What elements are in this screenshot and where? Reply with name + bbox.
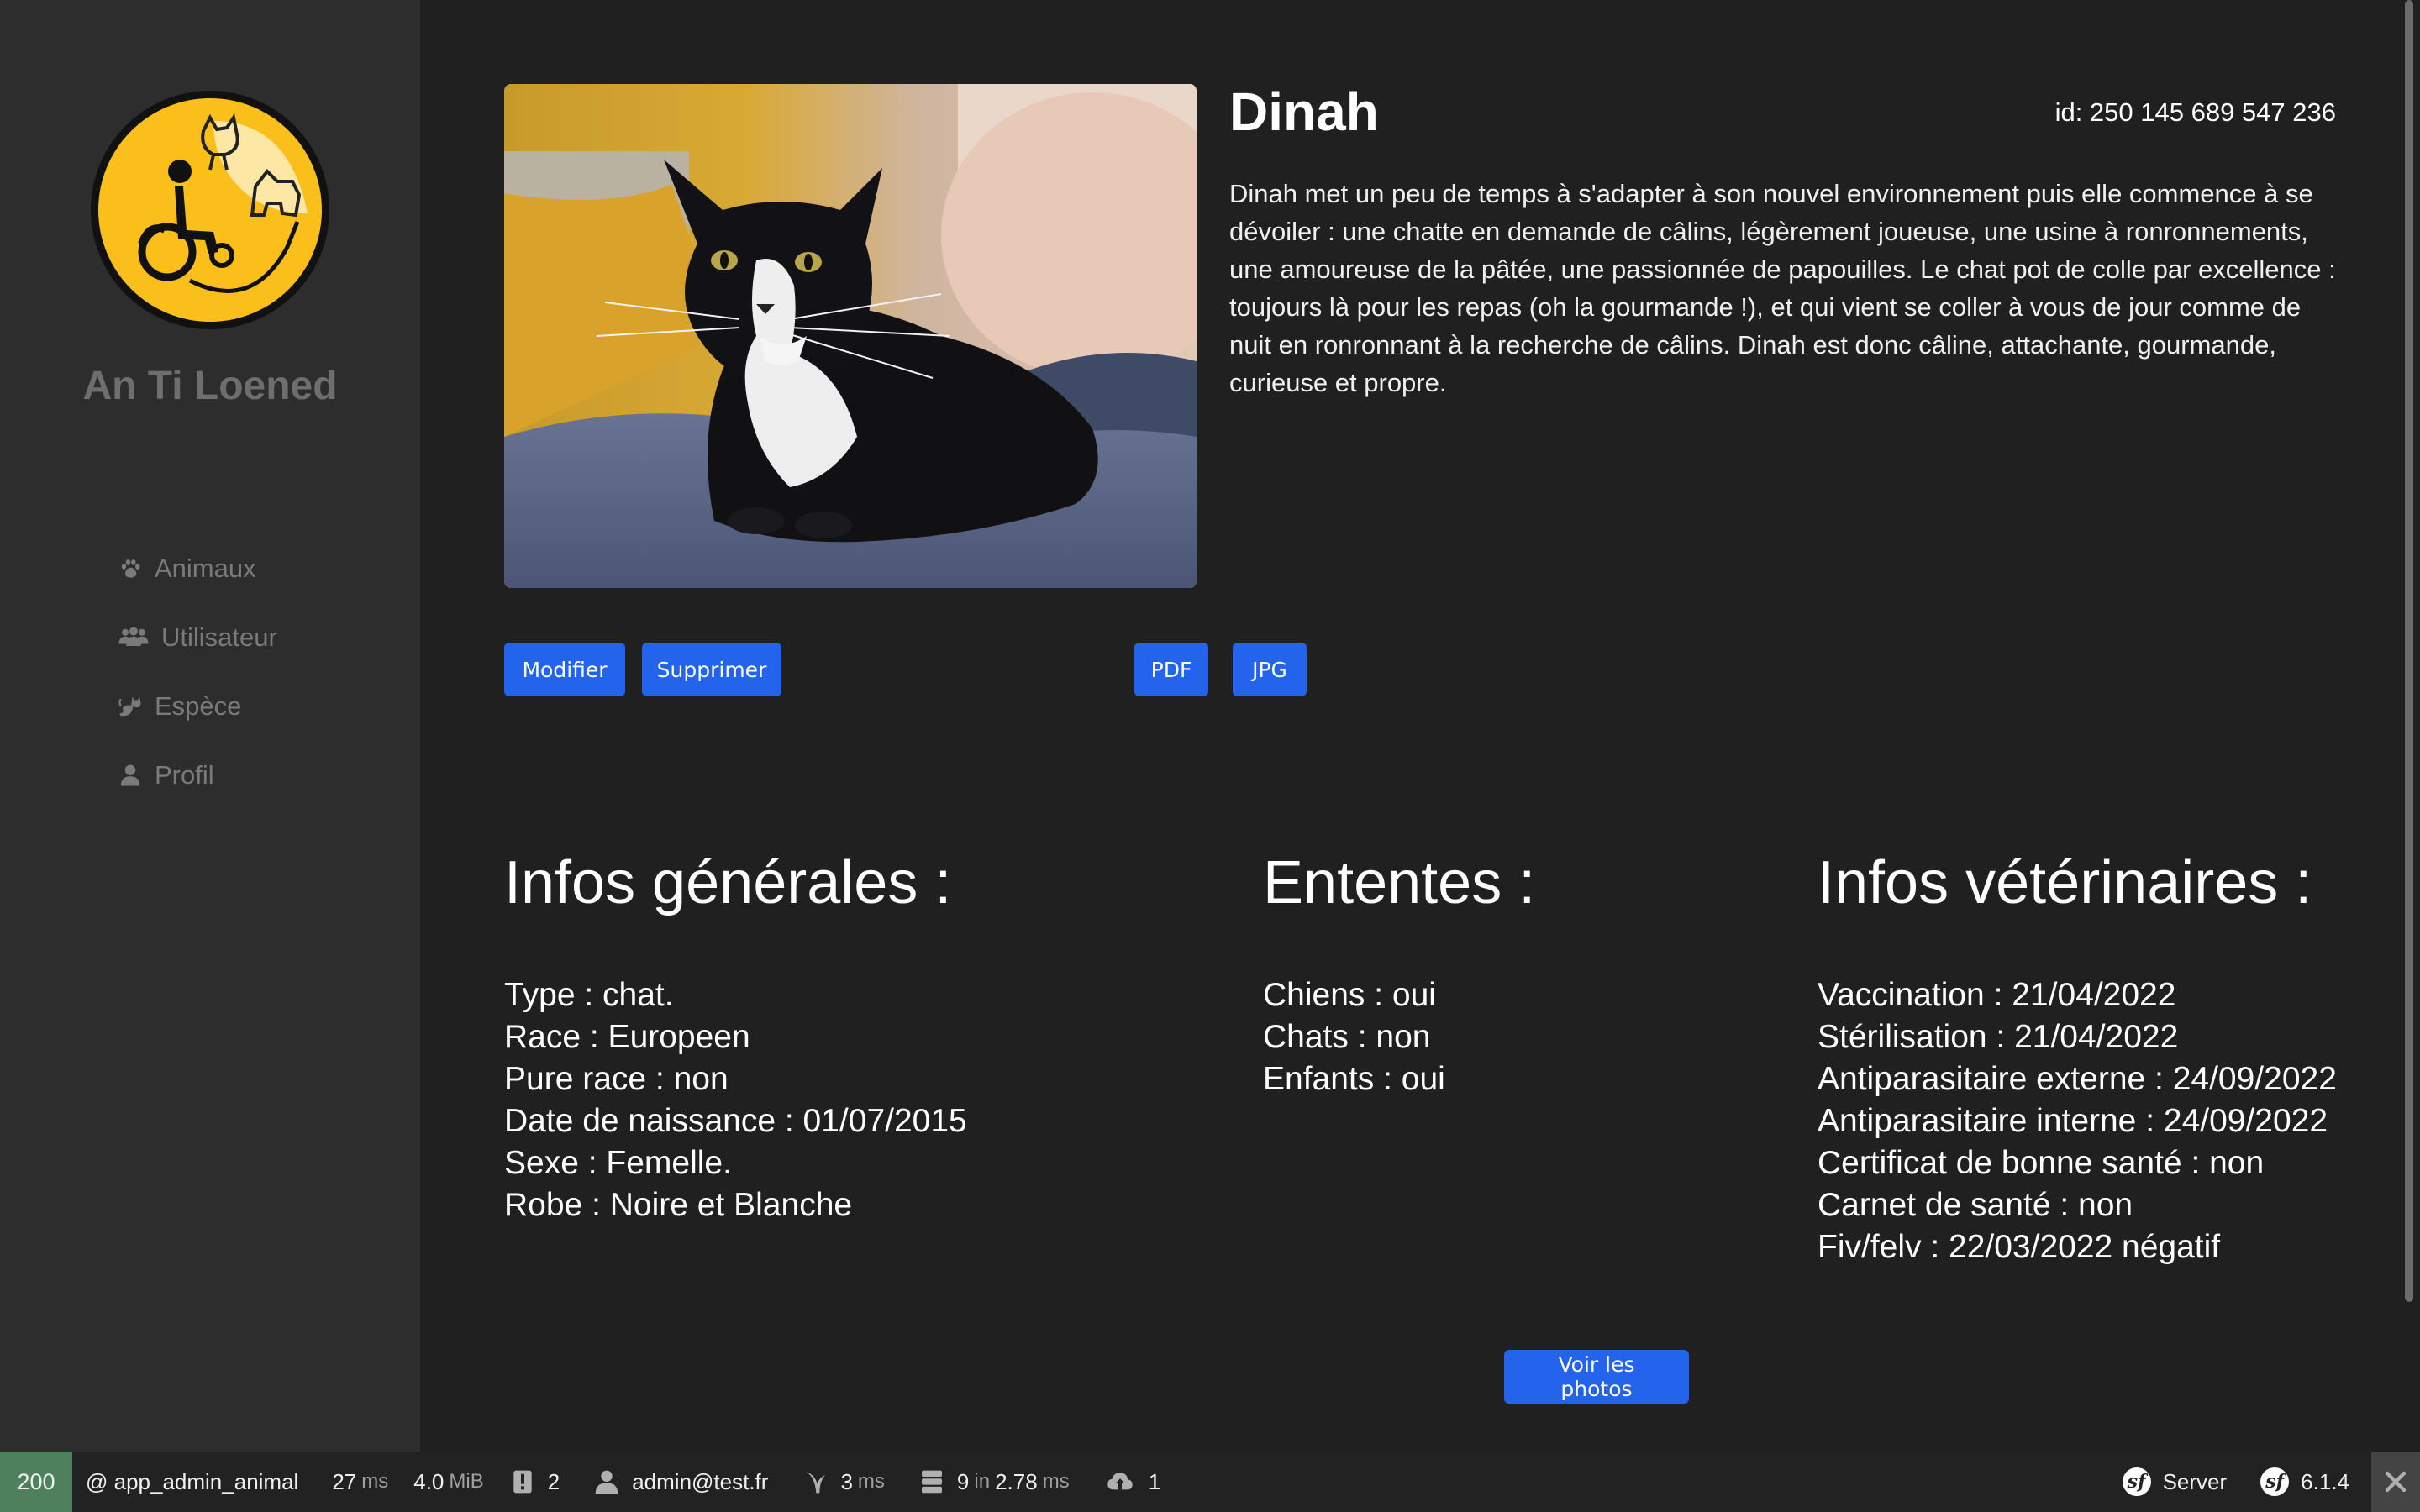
logs-item[interactable]: 2 <box>509 1452 560 1512</box>
time-value: 27 <box>332 1468 357 1494</box>
sidebar-item-animaux[interactable]: Animaux <box>116 534 277 603</box>
sidebar-item-utilisateur[interactable]: Utilisateur <box>116 603 277 672</box>
delete-button[interactable]: Supprimer <box>642 643 781 696</box>
animal-id: id: 250 145 689 547 236 <box>2054 97 2336 127</box>
server-item[interactable]: sf Server <box>2122 1452 2228 1512</box>
time-item[interactable]: 27 ms <box>332 1452 388 1512</box>
server-label: Server <box>2162 1468 2228 1494</box>
sidebar-item-label: Espèce <box>155 691 242 721</box>
database-item[interactable]: 9 in 2.78 ms <box>918 1452 1070 1512</box>
vet-vaccination: Vaccination : 21/04/2022 <box>1818 977 2176 1013</box>
sidebar-item-label: Profil <box>155 760 214 790</box>
twig-value: 3 <box>840 1468 853 1494</box>
cache-item[interactable]: 1 <box>1103 1452 1160 1512</box>
sidebar-item-espece[interactable]: Espèce <box>116 672 277 741</box>
toolbar-right: sf Server sf 6.1.4 <box>2107 1452 2420 1512</box>
user-icon <box>116 761 145 790</box>
info-race: Race : Europeen <box>504 1019 750 1055</box>
ententes-list: Chiens : oui Chats : non Enfants : oui <box>1263 974 1445 1100</box>
db-queries: 9 <box>956 1468 970 1494</box>
jpg-button[interactable]: JPG <box>1233 643 1307 696</box>
vet-external-antiparasite: Antiparasitaire externe : 24/09/2022 <box>1818 1061 2337 1097</box>
symfony-version-item[interactable]: sf 6.1.4 <box>2260 1452 2349 1512</box>
time-unit: ms <box>361 1470 389 1493</box>
db-unit: ms <box>1042 1470 1070 1493</box>
memory-unit: MiB <box>449 1470 484 1493</box>
sidebar-item-profil[interactable]: Profil <box>116 741 277 810</box>
cache-count: 1 <box>1148 1468 1161 1494</box>
entente-children: Enfants : oui <box>1263 1061 1445 1097</box>
animal-description: Dinah met un peu de temps à s'adapter à … <box>1229 179 2336 397</box>
vertical-scrollbar[interactable] <box>2405 0 2413 1302</box>
twig-icon <box>806 1472 826 1494</box>
twig-unit: ms <box>857 1470 885 1493</box>
logo-image <box>91 91 329 329</box>
db-in-label: in <box>974 1470 991 1493</box>
general-info-list: Type : chat. Race : Europeen Pure race :… <box>504 974 967 1226</box>
symfony-version: 6.1.4 <box>2301 1468 2349 1494</box>
memory-item[interactable]: 4.0 MiB <box>413 1452 484 1512</box>
symfony-logo-icon: sf <box>2260 1467 2290 1496</box>
vet-sterilisation: Stérilisation : 21/04/2022 <box>1818 1019 2179 1055</box>
sidebar-nav: Animaux Utilisateur Espèce Profil <box>116 534 277 810</box>
memory-value: 4.0 <box>413 1468 445 1494</box>
close-toolbar-button[interactable] <box>2371 1452 2420 1512</box>
twig-item[interactable]: 3 ms <box>802 1452 885 1512</box>
view-photos-button[interactable]: Voir les photos <box>1504 1350 1689 1404</box>
edit-button[interactable]: Modifier <box>504 643 625 696</box>
info-sex: Sexe : Femelle. <box>504 1145 732 1181</box>
users-icon <box>116 623 151 652</box>
entente-dogs: Chiens : oui <box>1263 977 1436 1013</box>
info-coat: Robe : Noire et Blanche <box>504 1187 853 1223</box>
logs-count: 2 <box>547 1468 560 1494</box>
route-name: @ app_admin_animal <box>86 1468 299 1494</box>
vet-internal-antiparasite: Antiparasitaire interne : 24/09/2022 <box>1818 1103 2328 1139</box>
warning-icon <box>513 1470 532 1494</box>
info-pure-race: Pure race : non <box>504 1061 729 1097</box>
cat-photo-image <box>504 84 1197 588</box>
entente-cats: Chats : non <box>1263 1019 1431 1055</box>
close-icon <box>2385 1471 2407 1493</box>
route-item[interactable]: @ app_admin_animal <box>86 1452 298 1512</box>
cloud-upload-icon <box>1107 1473 1133 1490</box>
debug-toolbar: 200 @ app_admin_animal 27 ms 4.0 MiB 2 a… <box>0 1452 2420 1512</box>
user-email: admin@test.fr <box>632 1468 769 1494</box>
user-item[interactable]: admin@test.fr <box>593 1452 768 1512</box>
db-time: 2.78 <box>995 1468 1038 1494</box>
app-logo[interactable] <box>87 87 333 333</box>
vet-fiv-felv: Fiv/felv : 22/03/2022 négatif <box>1818 1229 2221 1265</box>
ententes-title: Ententes : <box>1263 849 1536 916</box>
user-icon <box>595 1470 618 1494</box>
app-name: An Ti Loened <box>82 364 338 408</box>
sidebar-item-label: Utilisateur <box>161 622 277 652</box>
vet-info-list: Vaccination : 21/04/2022 Stérilisation :… <box>1818 974 2337 1268</box>
database-icon <box>921 1470 942 1494</box>
sidebar-item-label: Animaux <box>155 554 256 583</box>
animal-photo <box>504 84 1197 588</box>
vet-info-title: Infos vétérinaires : <box>1818 849 2312 916</box>
sidebar: An Ti Loened Animaux Utilisateur Espèce … <box>0 0 420 1452</box>
info-type: Type : chat. <box>504 977 674 1013</box>
status-code-badge[interactable]: 200 <box>0 1452 72 1512</box>
cat-icon <box>116 692 145 721</box>
general-info-title: Infos générales : <box>504 849 952 916</box>
symfony-logo-icon: sf <box>2122 1467 2151 1496</box>
pdf-button[interactable]: PDF <box>1134 643 1208 696</box>
info-birth-date: Date de naissance : 01/07/2015 <box>504 1103 967 1139</box>
vet-health-booklet: Carnet de santé : non <box>1818 1187 2133 1223</box>
animal-name: Dinah <box>1229 81 1379 142</box>
vet-health-certificate: Certificat de bonne santé : non <box>1818 1145 2265 1181</box>
paw-icon <box>116 554 145 583</box>
